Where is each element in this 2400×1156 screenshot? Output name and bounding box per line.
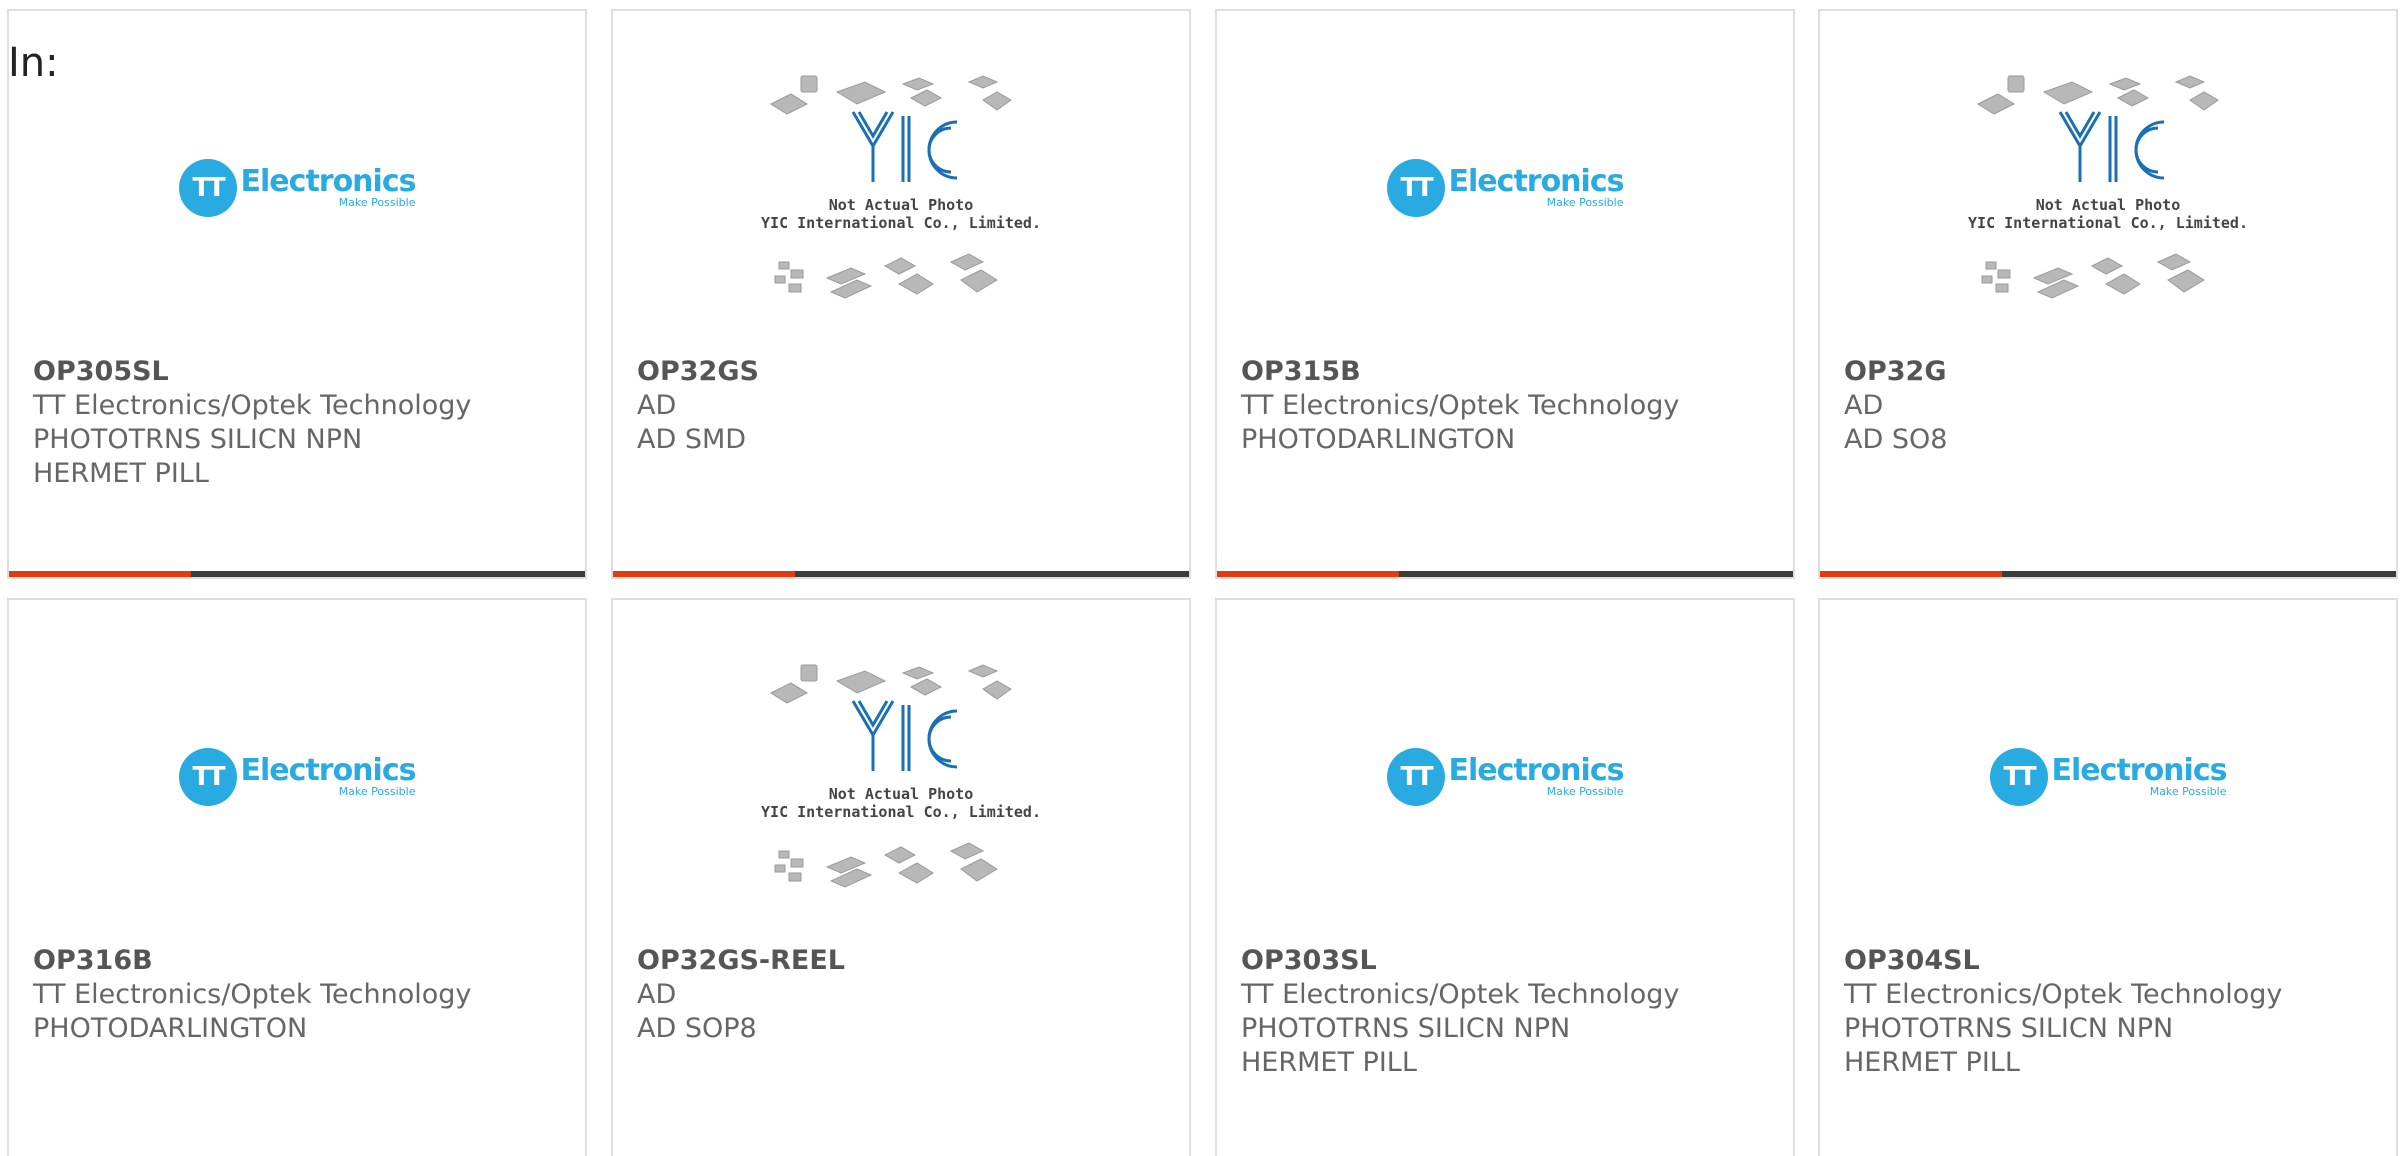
description-line-1: PHOTOTRNS SILICN NPN xyxy=(33,424,363,455)
product-card[interactable]: TT Electronics Make Possible OP305SL TT … xyxy=(7,9,587,579)
part-number-link[interactable]: OP305SL xyxy=(33,355,569,389)
description-line-1: PHOTOTRNS SILICN NPN xyxy=(1241,1013,1571,1044)
tt-logo-tagline: Make Possible xyxy=(338,785,416,798)
product-image[interactable]: Not Actual Photo YIC International Co., … xyxy=(1820,11,2396,361)
product-card[interactable]: TT Electronics Make Possible OP316B TT E… xyxy=(7,598,587,1156)
yic-caption-not-actual-photo: Not Actual Photo xyxy=(828,785,974,803)
manufacturer: TT Electronics/Optek Technology xyxy=(33,979,472,1010)
part-number-link[interactable]: OP303SL xyxy=(1241,944,1777,978)
description-line-1: AD SOP8 xyxy=(637,1013,757,1044)
chip-packages-icon xyxy=(769,75,1012,299)
tt-electronics-logo: TT Electronics Make Possible xyxy=(1989,748,2228,806)
product-image[interactable]: Not Actual Photo YIC International Co., … xyxy=(613,11,1189,361)
card-footer-accent xyxy=(1217,571,1399,577)
card-footer-bar xyxy=(613,571,1189,577)
tt-logo-word: Electronics xyxy=(240,164,417,199)
product-card[interactable]: TT Electronics Make Possible OP304SL TT … xyxy=(1818,598,2398,1156)
tt-logo-word: Electronics xyxy=(240,753,417,788)
product-card[interactable]: TT Electronics Make Possible OP303SL TT … xyxy=(1215,598,1795,1156)
yic-placeholder-image: Not Actual Photo YIC International Co., … xyxy=(1968,66,2248,306)
description-line-1: PHOTODARLINGTON xyxy=(1241,424,1516,455)
part-number-link[interactable]: OP304SL xyxy=(1844,944,2380,978)
card-footer-bar xyxy=(9,571,585,577)
tt-monogram-icon: TT xyxy=(1386,748,1445,806)
chip-packages-icon xyxy=(1976,75,2219,299)
manufacturer: TT Electronics/Optek Technology xyxy=(1241,979,1680,1010)
product-card[interactable]: Not Actual Photo YIC International Co., … xyxy=(611,598,1191,1156)
card-footer-accent xyxy=(613,571,795,577)
description-line-1: PHOTOTRNS SILICN NPN xyxy=(1844,1013,2174,1044)
tt-logo-tagline: Make Possible xyxy=(2149,785,2227,798)
filter-prefix-label: In: xyxy=(8,40,59,86)
product-image[interactable]: TT Electronics Make Possible xyxy=(9,11,585,361)
yic-placeholder-image: Not Actual Photo YIC International Co., … xyxy=(761,655,1041,895)
product-image[interactable]: TT Electronics Make Possible xyxy=(9,600,585,950)
manufacturer: TT Electronics/Optek Technology xyxy=(1241,390,1680,421)
tt-logo-word: Electronics xyxy=(2051,753,2228,788)
yic-caption-company: YIC International Co., Limited. xyxy=(761,214,1041,232)
product-card[interactable]: Not Actual Photo YIC International Co., … xyxy=(611,9,1191,579)
part-number-link[interactable]: OP316B xyxy=(33,944,569,978)
description-line-1: AD SO8 xyxy=(1844,424,1948,455)
product-image[interactable]: TT Electronics Make Possible xyxy=(1820,600,2396,950)
tt-monogram-icon: TT xyxy=(1386,159,1445,217)
tt-electronics-logo: TT Electronics Make Possible xyxy=(1386,159,1625,217)
tt-logo-word: Electronics xyxy=(1448,164,1625,199)
part-number-link[interactable]: OP32GS xyxy=(637,355,1173,389)
tt-electronics-logo: TT Electronics Make Possible xyxy=(178,159,417,217)
card-footer-bar xyxy=(1217,571,1793,577)
yic-caption-not-actual-photo: Not Actual Photo xyxy=(2035,196,2181,214)
product-image[interactable]: Not Actual Photo YIC International Co., … xyxy=(613,600,1189,950)
product-card[interactable]: Not Actual Photo YIC International Co., … xyxy=(1818,9,2398,579)
chip-packages-icon xyxy=(769,664,1012,888)
manufacturer: AD xyxy=(637,979,677,1010)
product-image[interactable]: TT Electronics Make Possible xyxy=(1217,11,1793,361)
tt-electronics-logo: TT Electronics Make Possible xyxy=(1386,748,1625,806)
yic-caption-not-actual-photo: Not Actual Photo xyxy=(828,196,974,214)
description-line-2: HERMET PILL xyxy=(1241,1047,1417,1078)
product-grid: TT Electronics Make Possible OP305SL TT … xyxy=(0,0,2400,1156)
tt-monogram-icon: TT xyxy=(178,159,237,217)
tt-logo-word: Electronics xyxy=(1448,753,1625,788)
yic-placeholder-image: Not Actual Photo YIC International Co., … xyxy=(761,66,1041,306)
card-footer-accent xyxy=(1820,571,2002,577)
product-card[interactable]: TT Electronics Make Possible OP315B TT E… xyxy=(1215,9,1795,579)
description-line-2: HERMET PILL xyxy=(33,458,209,489)
tt-monogram-icon: TT xyxy=(1989,748,2048,806)
part-number-link[interactable]: OP32G xyxy=(1844,355,2380,389)
card-footer-accent xyxy=(9,571,191,577)
yic-caption-company: YIC International Co., Limited. xyxy=(761,803,1041,821)
card-footer-bar xyxy=(1820,571,2396,577)
tt-logo-tagline: Make Possible xyxy=(338,196,416,209)
description-line-2: HERMET PILL xyxy=(1844,1047,2020,1078)
manufacturer: AD xyxy=(1844,390,1884,421)
description-line-1: AD SMD xyxy=(637,424,747,455)
description-line-1: PHOTODARLINGTON xyxy=(33,1013,308,1044)
yic-caption-company: YIC International Co., Limited. xyxy=(1968,214,2248,232)
product-image[interactable]: TT Electronics Make Possible xyxy=(1217,600,1793,950)
tt-monogram-icon: TT xyxy=(178,748,237,806)
part-number-link[interactable]: OP315B xyxy=(1241,355,1777,389)
tt-logo-tagline: Make Possible xyxy=(1546,785,1624,798)
manufacturer: TT Electronics/Optek Technology xyxy=(33,390,472,421)
tt-logo-tagline: Make Possible xyxy=(1546,196,1624,209)
manufacturer: TT Electronics/Optek Technology xyxy=(1844,979,2283,1010)
part-number-link[interactable]: OP32GS-REEL xyxy=(637,944,1173,978)
tt-electronics-logo: TT Electronics Make Possible xyxy=(178,748,417,806)
manufacturer: AD xyxy=(637,390,677,421)
